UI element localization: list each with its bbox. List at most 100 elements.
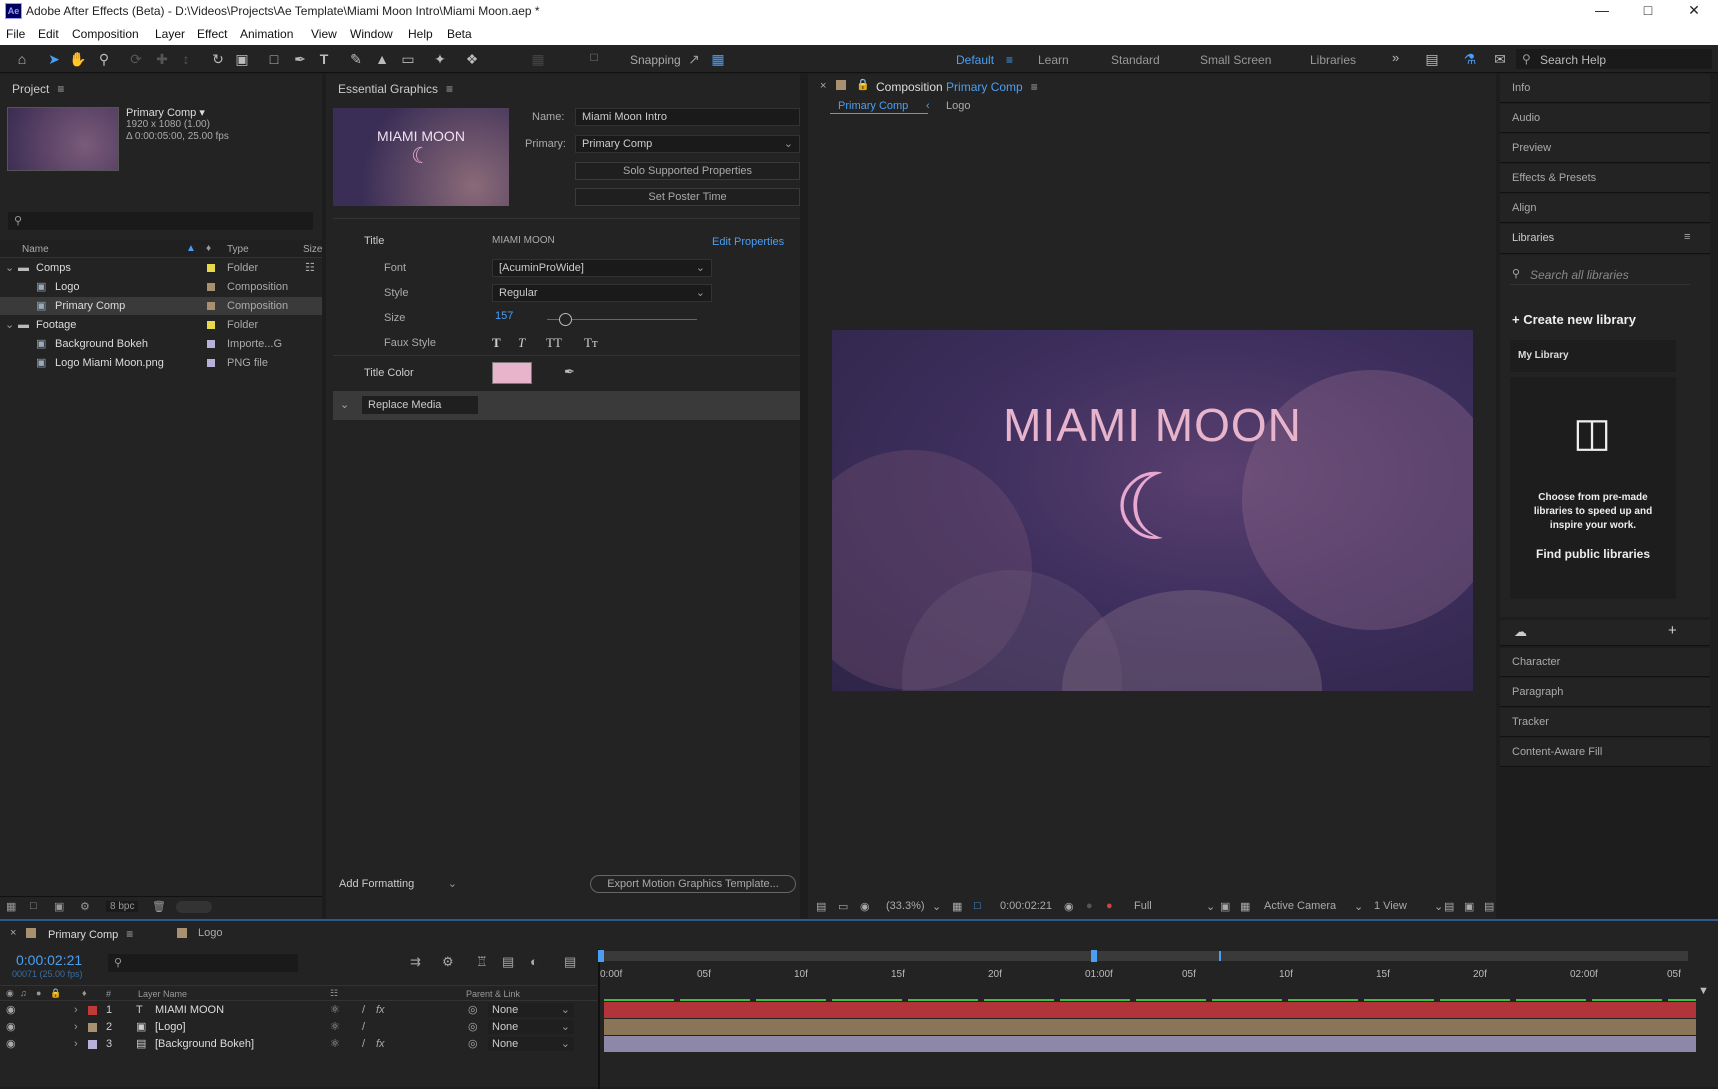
col-name[interactable]: Name xyxy=(22,244,49,255)
pickwhip-icon[interactable]: ◎ xyxy=(468,1002,478,1019)
create-new-library-button[interactable]: + Create new library xyxy=(1512,312,1636,327)
comp-flowchart-icon[interactable]: ⇉ xyxy=(410,954,421,970)
eraser-tool-icon[interactable]: ▭ xyxy=(398,49,418,69)
project-comp-name[interactable]: Primary Comp ▾ xyxy=(126,106,205,119)
chevron-down-icon[interactable]: ⌄ xyxy=(5,316,14,334)
label-color-chip[interactable] xyxy=(207,359,215,367)
transparency-grid-icon[interactable]: ▦ xyxy=(1240,900,1250,913)
close-icon[interactable]: × xyxy=(820,80,826,92)
interpret-footage-icon[interactable]: ▦ xyxy=(6,900,16,913)
timeline-tab-logo[interactable]: Logo xyxy=(198,927,222,939)
label-color-chip[interactable] xyxy=(207,283,215,291)
expand-chevron-icon[interactable]: › xyxy=(74,1019,78,1036)
eg-name-input[interactable]: Miami Moon Intro xyxy=(575,108,800,126)
resolution-dropdown[interactable]: Full ⌄ xyxy=(1134,900,1220,913)
solo-toggle-icon[interactable]: ● xyxy=(36,988,41,998)
eye-icon[interactable]: ◉ xyxy=(6,1019,16,1036)
project-item[interactable]: ⌄ ▬ Footage Folder xyxy=(0,316,322,334)
project-item[interactable]: ▣ Logo Composition xyxy=(0,278,322,296)
workspace-default[interactable]: Default xyxy=(956,53,994,67)
work-area-bar[interactable] xyxy=(602,951,1688,961)
timeline-tab-primary[interactable]: Primary Comp ≡ xyxy=(48,927,133,941)
collapse-switch-icon[interactable]: ⚛ xyxy=(330,1002,340,1019)
motion-blur-icon[interactable]: ◐ xyxy=(530,954,538,969)
find-public-libraries-link[interactable]: Find public libraries xyxy=(1510,547,1676,561)
work-area-start-handle[interactable] xyxy=(598,950,604,962)
col-layer-name[interactable]: Layer Name xyxy=(138,989,187,999)
flowchart-icon[interactable]: ☷ xyxy=(305,259,315,277)
audio-toggle-icon[interactable]: ♫ xyxy=(20,988,27,998)
parent-dropdown[interactable]: None ⌄ xyxy=(488,1020,574,1034)
layer-duration-bar[interactable] xyxy=(604,1002,1696,1018)
transparency-icon[interactable]: □ xyxy=(974,900,981,912)
label-color-chip[interactable] xyxy=(207,321,215,329)
effects-switch-icon[interactable]: fx xyxy=(376,1002,385,1019)
zoom-slider-icon[interactable]: ▼ xyxy=(1698,985,1712,999)
label-tag-icon[interactable]: ♦ xyxy=(82,988,87,998)
display-icon[interactable]: ▭ xyxy=(838,900,848,913)
col-size[interactable]: Size xyxy=(303,244,322,255)
panel-menu-icon[interactable]: ≡ xyxy=(1684,231,1690,243)
fit-panel-icon[interactable]: ▤ xyxy=(1422,49,1442,69)
faux-italic-button[interactable]: T xyxy=(518,335,525,351)
zoom-dropdown[interactable]: (33.3%) xyxy=(886,900,925,912)
trash-icon[interactable]: 🗑 xyxy=(152,900,166,913)
menu-view[interactable]: View xyxy=(311,27,337,41)
pen-tool-icon[interactable]: ✒ xyxy=(290,49,310,69)
project-item[interactable]: ▣ Logo Miami Moon.png PNG file xyxy=(0,354,322,372)
frame-blending-icon[interactable]: ▤ xyxy=(502,954,514,970)
comment-icon[interactable]: ✉ xyxy=(1490,49,1510,69)
project-item[interactable]: ⌄ ▬ Comps Folder ☷ xyxy=(0,259,322,277)
comp-tab-primary[interactable]: Primary Comp xyxy=(830,96,928,114)
selection-tool-icon[interactable]: ➤ xyxy=(44,49,64,69)
comp-viewer[interactable]: MIAMI MOON ☾ xyxy=(832,330,1473,691)
eg-header[interactable]: Essential Graphics ≡ xyxy=(326,74,800,100)
all-caps-button[interactable]: TT xyxy=(546,335,562,351)
col-type[interactable]: Type xyxy=(227,244,249,255)
menu-effect[interactable]: Effect xyxy=(197,27,227,41)
view-layout-dropdown[interactable]: 1 View ⌄ xyxy=(1374,900,1444,913)
chevron-down-icon[interactable]: ⌄ xyxy=(5,259,14,277)
flowchart-icon[interactable]: ▤ xyxy=(1484,900,1494,913)
right-panel-audio[interactable]: Audio xyxy=(1500,104,1710,133)
col-parent-link[interactable]: Parent & Link xyxy=(466,989,520,999)
snap-option-icon[interactable]: ↗ xyxy=(684,49,704,69)
panel-menu-icon[interactable]: ≡ xyxy=(126,927,133,941)
workspace-standard[interactable]: Standard xyxy=(1111,53,1160,67)
layer-row[interactable]: ◉ › 1 T MIAMI MOON ⚛ / fx ◎ None ⌄ xyxy=(0,1002,605,1019)
edit-properties-link[interactable]: Edit Properties xyxy=(712,236,784,248)
layer-row[interactable]: ◉ › 3 ▤ [Background Bokeh] ⚛ / fx ◎ None ⌄ xyxy=(0,1036,605,1053)
eg-primary-dropdown[interactable]: Primary Comp ⌄ xyxy=(575,135,800,153)
maximize-icon[interactable]: □ xyxy=(1626,0,1670,22)
workspace-menu-icon[interactable]: ≡ xyxy=(1006,53,1013,67)
comp-panel-title[interactable]: Composition Primary Comp ≡ xyxy=(876,80,1038,94)
snap-grid-icon[interactable]: ▦ xyxy=(708,49,728,69)
workspace-small-screen[interactable]: Small Screen xyxy=(1200,53,1271,67)
camera-dropdown[interactable]: Active Camera ⌄ xyxy=(1264,900,1364,913)
timeline-current-time[interactable]: 0:00:02:21 xyxy=(16,952,82,968)
work-area-end-handle[interactable] xyxy=(1091,950,1097,962)
lock-icon[interactable]: 🔒 xyxy=(856,78,870,91)
bpc-button[interactable]: 8 bpc xyxy=(106,901,139,912)
layer-row[interactable]: ◉ › 2 ▣ [Logo] ⚛ / ◎ None ⌄ xyxy=(0,1019,605,1036)
snapshot-icon[interactable]: ◉ xyxy=(1064,900,1074,913)
project-search-input[interactable]: ⚲ xyxy=(8,212,313,230)
replace-media-name[interactable]: Replace Media xyxy=(362,396,478,414)
time-ruler[interactable]: 0:00f 05f 10f 15f 20f 01:00f 05f 10f 15f 20f 02:00… xyxy=(600,963,1700,983)
reset-exposure-icon[interactable]: ▣ xyxy=(1464,900,1474,913)
search-help-box[interactable]: ⚲ Search Help xyxy=(1516,49,1712,69)
label-color-chip[interactable] xyxy=(207,340,215,348)
libraries-header[interactable]: Libraries ≡ xyxy=(1500,224,1710,254)
pickwhip-icon[interactable]: ◎ xyxy=(468,1019,478,1036)
chevron-down-icon[interactable]: ⌄ xyxy=(932,900,941,913)
minimize-icon[interactable]: — xyxy=(1580,0,1624,22)
right-panel-paragraph[interactable]: Paragraph xyxy=(1500,678,1710,707)
layer-duration-bar[interactable] xyxy=(604,1036,1696,1052)
toggle-pixel-icon[interactable]: ▤ xyxy=(1444,900,1454,913)
eg-style-dropdown[interactable]: Regular ⌄ xyxy=(492,284,712,302)
eg-font-dropdown[interactable]: [AcuminProWide] ⌄ xyxy=(492,259,712,277)
eyedropper-icon[interactable]: ✒ xyxy=(564,364,575,380)
right-panel-tracker[interactable]: Tracker xyxy=(1500,708,1710,737)
quality-switch-icon[interactable]: / xyxy=(362,1036,365,1053)
size-slider-thumb[interactable] xyxy=(559,313,572,326)
